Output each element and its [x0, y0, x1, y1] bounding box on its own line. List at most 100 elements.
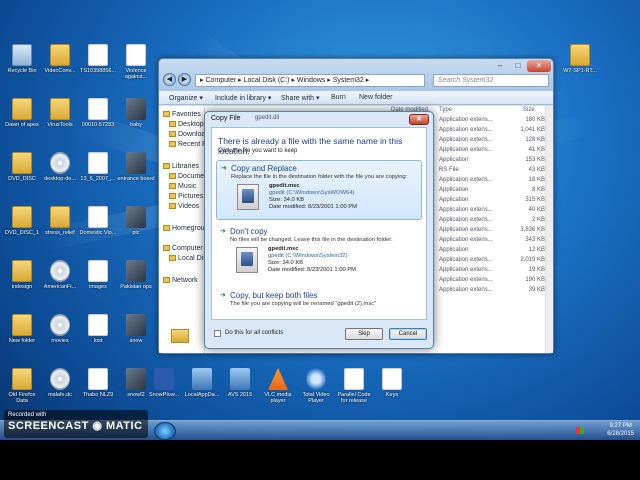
- nav-item[interactable]: Videos: [169, 202, 199, 212]
- nav-item[interactable]: Music: [169, 182, 196, 192]
- desktop-icon[interactable]: W7-SP1-RT...: [560, 44, 600, 74]
- desktop-icon[interactable]: Old Firefox Data: [2, 368, 42, 404]
- desktop-icon[interactable]: 13_6_2007_...: [78, 152, 118, 182]
- desktop-icon[interactable]: New folder: [2, 314, 42, 344]
- desktop-icon[interactable]: snow: [116, 314, 156, 344]
- video-letterbox: [0, 440, 640, 480]
- nav-item[interactable]: Libraries: [163, 162, 199, 172]
- desktop-icon[interactable]: SnowPlow...: [144, 368, 184, 398]
- file-row[interactable]: Application extens... 180 KB: [439, 116, 545, 125]
- file-row[interactable]: Application 315 KB: [439, 196, 545, 205]
- new-folder-button[interactable]: New folder: [359, 94, 392, 101]
- desktop-icon[interactable]: movies: [40, 314, 80, 344]
- desktop-icon[interactable]: VirusTools: [40, 98, 80, 128]
- file-row[interactable]: Application extens... 18 KB: [439, 176, 545, 185]
- start-button[interactable]: [154, 422, 176, 440]
- file-row[interactable]: Application extens... 343 KB: [439, 236, 545, 245]
- file-row[interactable]: Application extens... 1,041 KB: [439, 126, 545, 135]
- nav-item[interactable]: Network: [163, 276, 198, 286]
- maximize-icon[interactable]: □: [509, 60, 527, 72]
- back-icon[interactable]: ◀: [163, 73, 176, 86]
- desktop-icon[interactable]: DVD_DISC_1: [2, 206, 42, 236]
- desktop-icon[interactable]: baby: [116, 98, 156, 128]
- desktop-icon[interactable]: TS10398856...: [78, 44, 118, 74]
- copy-and-replace-option[interactable]: Copy and Replace Replace the file in the…: [216, 160, 422, 220]
- file-type: Application extens...: [439, 277, 493, 283]
- nav-item[interactable]: Homegroup: [163, 224, 209, 234]
- close-icon[interactable]: ✕: [409, 114, 429, 125]
- dont-copy-option[interactable]: Don't copy No files will be changed. Lea…: [216, 224, 422, 282]
- desktop-icon[interactable]: images: [78, 260, 118, 290]
- desktop-icon[interactable]: Total Video Player: [296, 368, 336, 404]
- desktop-icon[interactable]: desktop-de...: [40, 152, 80, 182]
- organize-menu[interactable]: Organize ▾: [169, 94, 203, 102]
- nav-item[interactable]: Computer: [163, 244, 203, 254]
- action-center-icon[interactable]: [576, 427, 584, 434]
- file-type: Application extens...: [439, 227, 493, 233]
- desktop-icon[interactable]: Keys: [372, 368, 412, 398]
- file-row[interactable]: Application extens... 39 KB: [439, 286, 545, 295]
- desktop-icon[interactable]: AmericanFi...: [40, 260, 80, 290]
- file-name: gpedit.msc: [269, 183, 300, 189]
- desktop-icon[interactable]: VLC media player: [258, 368, 298, 404]
- file-row[interactable]: Application extens... 2,019 KB: [439, 256, 545, 265]
- desktop-icon[interactable]: Dawn of apes: [2, 98, 42, 128]
- minimize-icon[interactable]: –: [491, 60, 509, 72]
- search-input[interactable]: Search System32: [433, 74, 549, 87]
- file-icon: [88, 152, 108, 174]
- skip-button[interactable]: Skip: [345, 328, 383, 340]
- folder-icon: [50, 98, 70, 120]
- file-row[interactable]: RS File 43 KB: [439, 166, 545, 175]
- copy-file-dialog[interactable]: Copy File gpedit.dll ✕ There is already …: [204, 111, 434, 349]
- desktop-icon[interactable]: entrance board: [116, 152, 156, 182]
- nav-item[interactable]: Pictures: [169, 192, 203, 202]
- photo-icon: [126, 368, 146, 390]
- desktop-icon[interactable]: indesign: [2, 260, 42, 290]
- desktop-icon[interactable]: VideoConv...: [40, 44, 80, 74]
- file-row[interactable]: Application 8 KB: [439, 186, 545, 195]
- file-row[interactable]: Application extens... 128 KB: [439, 136, 545, 145]
- desktop-icon[interactable]: AVS 2015: [220, 368, 260, 398]
- option-title: Copy, but keep both files: [220, 291, 419, 300]
- nav-item-label: Computer: [172, 245, 203, 252]
- nav-item[interactable]: Desktop: [169, 120, 204, 130]
- desktop-icon[interactable]: LocalAppDa...: [182, 368, 222, 398]
- desktop-icon[interactable]: Parallel Code for release: [334, 368, 374, 404]
- desktop-icon[interactable]: Thabo NLZ9: [78, 368, 118, 398]
- close-icon[interactable]: ✕: [527, 60, 551, 72]
- file-row[interactable]: Application extens... 40 KB: [439, 206, 545, 215]
- desktop-icon[interactable]: DVD_DISC: [2, 152, 42, 182]
- desktop-icon[interactable]: lost: [78, 314, 118, 344]
- system-clock[interactable]: 9:27 PM 6/28/2015: [607, 422, 634, 438]
- desktop-icon[interactable]: Domestic Vio...: [78, 206, 118, 236]
- share-with-menu[interactable]: Share with ▾: [281, 94, 320, 102]
- include-in-library-menu[interactable]: Include in library ▾: [215, 94, 271, 102]
- desktop-icon[interactable]: Violence against...: [116, 44, 156, 80]
- file-row[interactable]: Application 153 KB: [439, 156, 545, 165]
- burn-button[interactable]: Burn: [331, 94, 346, 101]
- column-type[interactable]: Type: [439, 106, 452, 115]
- vertical-scrollbar[interactable]: [545, 106, 553, 353]
- desktop-icon[interactable]: pic: [116, 206, 156, 236]
- file-type: Application extens...: [439, 117, 493, 123]
- desktop-icon[interactable]: malafe.dc: [40, 368, 80, 398]
- file-row[interactable]: Application extens... 3,836 KB: [439, 226, 545, 235]
- file-row[interactable]: Application extens... 41 KB: [439, 146, 545, 155]
- desktop-icon[interactable]: Pakistan ops: [116, 260, 156, 290]
- file-row[interactable]: Application extens... 19 KB: [439, 266, 545, 275]
- desktop-icon[interactable]: 00010-57283: [78, 98, 118, 128]
- cancel-button[interactable]: Cancel: [389, 328, 427, 340]
- folder-icon: [169, 183, 176, 189]
- file-row[interactable]: Application extens... 190 KB: [439, 276, 545, 285]
- column-size[interactable]: Size: [523, 106, 535, 115]
- file-row[interactable]: Application 12 KB: [439, 246, 545, 255]
- file-row[interactable]: Application extens... 2 KB: [439, 216, 545, 225]
- nav-item[interactable]: Favorites: [163, 110, 201, 120]
- apply-all-label[interactable]: Do this for all conflicts: [225, 330, 283, 336]
- address-bar[interactable]: ▸ Computer ▸ Local Disk (C:) ▸ Windows ▸…: [195, 74, 425, 87]
- forward-icon[interactable]: ▶: [178, 73, 191, 86]
- apply-all-checkbox[interactable]: [214, 330, 221, 337]
- keep-both-files-option[interactable]: Copy, but keep both files The file you a…: [216, 288, 422, 310]
- desktop-icon[interactable]: Recycle Bin: [2, 44, 42, 74]
- desktop-icon[interactable]: stress_relief: [40, 206, 80, 236]
